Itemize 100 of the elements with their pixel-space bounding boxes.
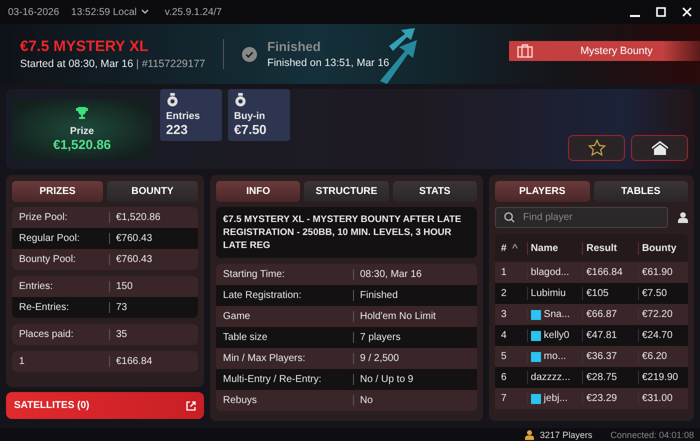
person-icon xyxy=(524,430,534,440)
close-icon[interactable] xyxy=(682,7,692,17)
result-cell: €66.87 xyxy=(582,308,638,321)
row-label: Re-Entries: xyxy=(19,302,110,313)
tab[interactable]: TABLES xyxy=(594,181,688,202)
chevron-icon[interactable] xyxy=(140,9,149,15)
row-label: Starting Time: xyxy=(223,269,354,280)
check-icon xyxy=(242,46,258,62)
tab[interactable]: STRUCTURE xyxy=(304,181,389,202)
row-label: Late Registration: xyxy=(223,290,354,301)
result-cell: €36.37 xyxy=(582,350,638,363)
bounty-cell: €219.90 xyxy=(638,371,688,384)
row-value: €760.43 xyxy=(116,254,152,265)
rank-cell-text: 5 xyxy=(501,351,508,362)
maximize-icon[interactable] xyxy=(656,7,666,17)
mystery-bounty-badge: Mystery Bounty xyxy=(509,41,700,61)
row-value: 35 xyxy=(116,329,128,340)
row-value: 7 players xyxy=(360,332,401,343)
tab[interactable]: PRIZES xyxy=(12,181,103,202)
result-cell: €166.84 xyxy=(582,266,638,279)
row-value: 9 / 2,500 xyxy=(360,353,399,364)
player-name: Lubimiu xyxy=(530,288,566,299)
bounty-cell: €6.20 xyxy=(638,350,688,363)
tab[interactable]: PLAYERS xyxy=(495,181,590,202)
player-name: kelly0 xyxy=(544,330,570,341)
row-label: Rebuys xyxy=(223,395,354,406)
row-value: 73 xyxy=(116,302,128,313)
home-icon xyxy=(650,140,668,156)
stat-card: Entries 223 xyxy=(160,89,222,141)
prize-card: Prize €1,520.86 xyxy=(12,99,152,159)
row-label: Entries: xyxy=(19,281,110,292)
medal-icon xyxy=(166,93,179,107)
player-name: mo... xyxy=(544,351,566,362)
row-value: 150 xyxy=(116,281,133,292)
row-label: Places paid: xyxy=(19,329,110,340)
star-icon xyxy=(588,139,606,157)
row-value: 08:30, Mar 16 xyxy=(360,269,422,280)
start-time-text: Started at 08:30, Mar 16 xyxy=(20,58,134,70)
version-text: v.25.9.1.24/7 xyxy=(164,6,222,18)
row-value: Hold'em No Limit xyxy=(360,311,436,322)
lobby-button[interactable] xyxy=(631,135,688,161)
player-name: blagod... xyxy=(530,267,570,278)
row-value: €1,520.86 xyxy=(116,212,160,223)
row-value: Finished xyxy=(360,290,398,301)
bounty-cell: €24.70 xyxy=(638,329,688,342)
rank-cell-text: 6 xyxy=(501,372,508,383)
column-header[interactable]: Bounty xyxy=(638,242,688,254)
player-name: jebj... xyxy=(544,393,568,404)
row-value: €760.43 xyxy=(116,233,152,244)
player-name: dazzzz... xyxy=(530,372,570,383)
column-header[interactable]: Result xyxy=(582,242,638,254)
result-cell: €28.75 xyxy=(582,371,638,384)
status-text: Finished xyxy=(267,39,322,54)
row-value: €166.84 xyxy=(116,356,152,367)
rank-cell-text: 7 xyxy=(501,393,508,404)
rank-cell-text: 1 xyxy=(501,267,508,278)
player-count: 3217 Players xyxy=(540,430,592,440)
medal-icon xyxy=(234,93,247,107)
tab[interactable]: INFO xyxy=(216,181,300,202)
bounty-cell: €7.50 xyxy=(638,287,688,300)
trophy-icon xyxy=(75,106,89,120)
bounty-cell: €72.20 xyxy=(638,308,688,321)
tab[interactable]: STATS xyxy=(392,181,477,202)
result-cell: €105 xyxy=(582,287,638,300)
search-field[interactable]: Find player xyxy=(495,207,668,228)
bounty-cell: €61.90 xyxy=(638,266,688,279)
result-cell: €47.81 xyxy=(582,329,638,342)
tournament-title: €7.5 MYSTERY XL xyxy=(20,38,150,55)
external-link-icon xyxy=(186,400,196,410)
stat-card: Buy-in €7.50 xyxy=(228,89,290,141)
row-label: Bounty Pool: xyxy=(19,254,110,265)
tournament-description: €7.5 MYSTERY XL - MYSTERY BOUNTY AFTER LATE REGISTRATION - 250BB, 10 MIN. LEVELS, 3 HOUR LATE REG xyxy=(216,207,477,258)
sort-icon[interactable]: ^ xyxy=(512,242,527,254)
favorite-button[interactable] xyxy=(568,135,625,161)
row-label: Game xyxy=(223,311,354,322)
row-label: Regular Pool: xyxy=(19,233,110,244)
separator: | xyxy=(136,58,139,70)
row-label: Multi-Entry / Re-Entry: xyxy=(223,374,354,385)
row-label: Prize Pool: xyxy=(19,212,110,223)
connection-status: Connected: 04:01:08 xyxy=(610,430,694,440)
row-label: Min / Max Players: xyxy=(223,353,354,364)
rank-cell-text: 3 xyxy=(501,309,508,320)
row-value: No xyxy=(360,395,373,406)
date-text: 03-16-2026 xyxy=(8,6,60,18)
time-dropdown[interactable]: 13:52:59 Local xyxy=(71,6,137,18)
tab[interactable]: BOUNTY xyxy=(107,181,198,202)
rank-cell-text: 4 xyxy=(501,330,508,341)
column-header[interactable]: Name xyxy=(526,242,582,254)
rank-cell-text: 2 xyxy=(501,288,508,299)
person-icon[interactable] xyxy=(678,212,688,223)
finish-time-text: Finished on 13:51, Mar 16 xyxy=(267,57,390,69)
player-name: Sna... xyxy=(544,309,570,320)
satellites-button[interactable]: SATELLITES (0) xyxy=(6,392,204,419)
row-label: Table size xyxy=(223,332,354,343)
result-cell: €23.29 xyxy=(582,392,638,405)
row-value: No / Up to 9 xyxy=(360,374,414,385)
tournament-id: #1157229177 xyxy=(142,58,206,70)
suitcase-icon xyxy=(517,44,533,58)
column-header[interactable]: # xyxy=(501,242,512,254)
search-icon xyxy=(504,212,515,223)
